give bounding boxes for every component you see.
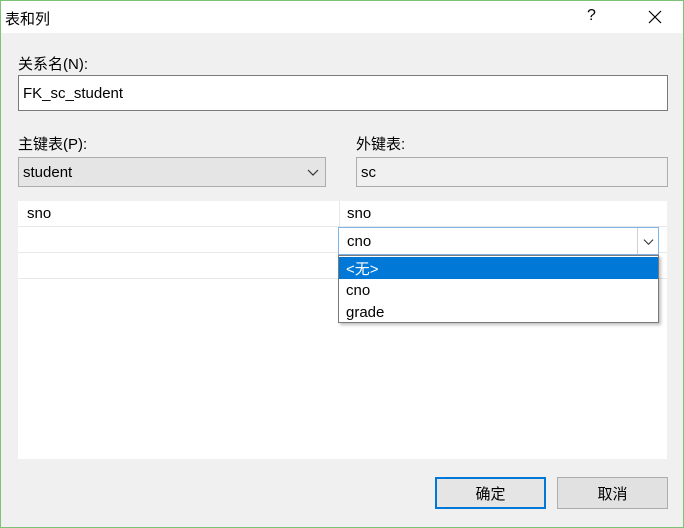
foreign-table-label: 外键表: (356, 136, 406, 153)
fk-column-dropdown-button[interactable] (637, 228, 658, 254)
grid-cell-pk: sno (27, 205, 52, 222)
close-button[interactable] (637, 1, 673, 33)
chevron-down-icon (643, 238, 653, 245)
chevron-down-icon (307, 169, 319, 176)
dropdown-option-cno[interactable]: cno (339, 279, 658, 301)
fk-column-dropdown-list: <无> cno grade (338, 255, 659, 323)
foreign-table-value: sc (361, 163, 376, 181)
grid-row[interactable]: sno sno (18, 201, 667, 227)
help-button[interactable]: ? (587, 7, 596, 25)
primary-table-select[interactable]: student (18, 157, 326, 187)
title-bar: 表和列 ? (1, 1, 683, 33)
close-icon (648, 10, 662, 24)
ok-button[interactable]: 确定 (435, 477, 546, 509)
dropdown-option-none[interactable]: <无> (339, 257, 658, 279)
dialog-window: 表和列 ? 关系名(N): FK_sc_student 主键表(P): stud… (0, 0, 684, 528)
dropdown-option-grade[interactable]: grade (339, 301, 658, 323)
relation-name-value: FK_sc_student (23, 84, 124, 102)
foreign-table-field: sc (356, 157, 668, 187)
window-title: 表和列 (5, 11, 51, 28)
primary-table-value: student (23, 163, 73, 181)
fk-column-select[interactable]: cno (338, 227, 659, 255)
grid-cell-fk: sno (347, 205, 372, 222)
relation-name-label: 关系名(N): (18, 56, 88, 73)
cancel-button[interactable]: 取消 (557, 477, 668, 509)
primary-table-label: 主键表(P): (18, 136, 88, 153)
relation-name-input[interactable]: FK_sc_student (18, 75, 668, 111)
fk-column-value: cno (347, 233, 372, 250)
